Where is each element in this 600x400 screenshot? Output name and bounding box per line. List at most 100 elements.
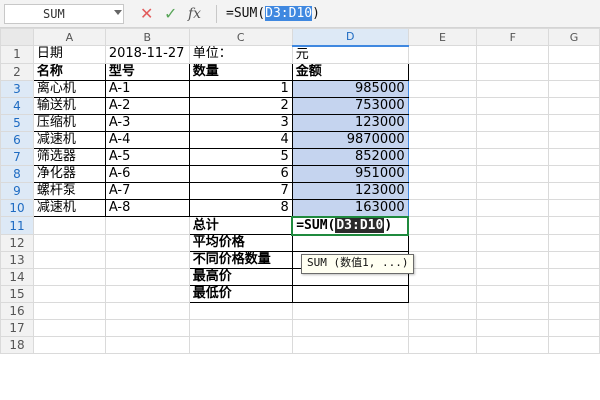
cell-f9[interactable] [476, 181, 550, 200]
cell-c7[interactable]: 5 [188, 147, 293, 166]
cell-b8[interactable]: A-6 [104, 164, 190, 183]
cell-g4[interactable] [548, 96, 600, 115]
cell-f16[interactable] [476, 302, 550, 320]
cell-c11[interactable]: 总计 [188, 216, 293, 235]
function-hint-tooltip[interactable]: SUM (数值1, ...) [301, 254, 415, 274]
cell-b3[interactable]: A-1 [104, 79, 190, 98]
cell-f14[interactable] [476, 268, 550, 286]
cell-c12[interactable]: 平均价格 [188, 234, 293, 252]
cell-f8[interactable] [476, 164, 550, 183]
column-header-d[interactable]: D [291, 28, 409, 47]
cell-f15[interactable] [476, 285, 550, 303]
cell-d1[interactable]: 元 [291, 45, 409, 64]
row-header-16[interactable]: 16 [0, 302, 34, 320]
fx-icon[interactable]: fx [188, 4, 201, 24]
formula-input[interactable]: =SUM(D3:D10) [226, 4, 320, 24]
cell-g10[interactable] [548, 198, 600, 217]
cell-g12[interactable] [548, 234, 600, 252]
cell-c10[interactable]: 8 [188, 198, 293, 217]
cell-d4[interactable]: 753000 [291, 96, 409, 115]
cell-c17[interactable] [188, 319, 293, 337]
row-header-4[interactable]: 4 [0, 96, 34, 115]
row-header-11[interactable]: 11 [0, 216, 34, 235]
check-icon[interactable]: ✓ [164, 4, 177, 24]
cell-f17[interactable] [476, 319, 550, 337]
cell-a7[interactable]: 筛选器 [32, 147, 106, 166]
cell-b12[interactable] [104, 234, 190, 252]
cell-e16[interactable] [407, 302, 478, 320]
cell-e14[interactable] [407, 268, 478, 286]
cell-d15[interactable] [291, 285, 409, 303]
cell-g8[interactable] [548, 164, 600, 183]
row-header-18[interactable]: 18 [0, 336, 34, 354]
row-header-10[interactable]: 10 [0, 198, 34, 217]
cell-c4[interactable]: 2 [188, 96, 293, 115]
cell-b9[interactable]: A-7 [104, 181, 190, 200]
cell-f4[interactable] [476, 96, 550, 115]
cell-g17[interactable] [548, 319, 600, 337]
cell-g14[interactable] [548, 268, 600, 286]
cell-b14[interactable] [104, 268, 190, 286]
cell-c5[interactable]: 3 [188, 113, 293, 132]
cell-a11[interactable] [32, 216, 106, 235]
row-header-13[interactable]: 13 [0, 251, 34, 269]
cell-e3[interactable] [407, 79, 478, 98]
cell-b15[interactable] [104, 285, 190, 303]
cell-c13[interactable]: 不同价格数量 [188, 251, 293, 269]
cell-d12[interactable] [291, 234, 409, 252]
cell-b16[interactable] [104, 302, 190, 320]
column-header-a[interactable]: A [32, 28, 106, 46]
cell-c1[interactable]: 单位： [188, 45, 293, 64]
cell-c18[interactable] [188, 336, 293, 354]
select-all-corner[interactable] [0, 28, 34, 46]
cell-c14[interactable]: 最高价 [188, 268, 293, 286]
cell-e12[interactable] [407, 234, 478, 252]
cell-e18[interactable] [407, 336, 478, 354]
cell-g18[interactable] [548, 336, 600, 354]
row-header-7[interactable]: 7 [0, 147, 34, 166]
cell-a14[interactable] [32, 268, 106, 286]
chevron-down-icon[interactable] [114, 10, 122, 15]
cell-d9[interactable]: 123000 [291, 181, 409, 200]
cell-g11[interactable] [548, 216, 600, 235]
cell-f3[interactable] [476, 79, 550, 98]
cell-f2[interactable] [476, 62, 550, 81]
cell-e9[interactable] [407, 181, 478, 200]
cell-e1[interactable] [407, 45, 478, 64]
row-header-8[interactable]: 8 [0, 164, 34, 183]
row-header-1[interactable]: 1 [0, 45, 34, 64]
cell-a10[interactable]: 减速机 [32, 198, 106, 217]
cell-f12[interactable] [476, 234, 550, 252]
cell-b7[interactable]: A-5 [104, 147, 190, 166]
column-header-b[interactable]: B [104, 28, 190, 46]
row-header-12[interactable]: 12 [0, 234, 34, 252]
cell-g16[interactable] [548, 302, 600, 320]
cell-c16[interactable] [188, 302, 293, 320]
cell-b6[interactable]: A-4 [104, 130, 190, 149]
row-header-6[interactable]: 6 [0, 130, 34, 149]
row-header-14[interactable]: 14 [0, 268, 34, 286]
cell-d18[interactable] [291, 336, 409, 354]
cell-e17[interactable] [407, 319, 478, 337]
cell-g9[interactable] [548, 181, 600, 200]
cell-a2[interactable]: 名称 [32, 62, 106, 81]
cell-f5[interactable] [476, 113, 550, 132]
cell-f11[interactable] [476, 216, 550, 235]
cell-a6[interactable]: 减速机 [32, 130, 106, 149]
column-header-f[interactable]: F [476, 28, 550, 46]
cell-d5[interactable]: 123000 [291, 113, 409, 132]
cell-a9[interactable]: 螺杆泵 [32, 181, 106, 200]
cell-c15[interactable]: 最低价 [188, 285, 293, 303]
cell-d16[interactable] [291, 302, 409, 320]
cell-a1[interactable]: 日期 [32, 45, 106, 64]
cell-a18[interactable] [32, 336, 106, 354]
cell-a8[interactable]: 净化器 [32, 164, 106, 183]
cell-g13[interactable] [548, 251, 600, 269]
cell-f6[interactable] [476, 130, 550, 149]
cell-g5[interactable] [548, 113, 600, 132]
cell-e10[interactable] [407, 198, 478, 217]
cell-a4[interactable]: 输送机 [32, 96, 106, 115]
row-header-2[interactable]: 2 [0, 62, 34, 81]
cell-g3[interactable] [548, 79, 600, 98]
cell-d11-editing[interactable]: =SUM(D3:D10) [291, 215, 410, 236]
